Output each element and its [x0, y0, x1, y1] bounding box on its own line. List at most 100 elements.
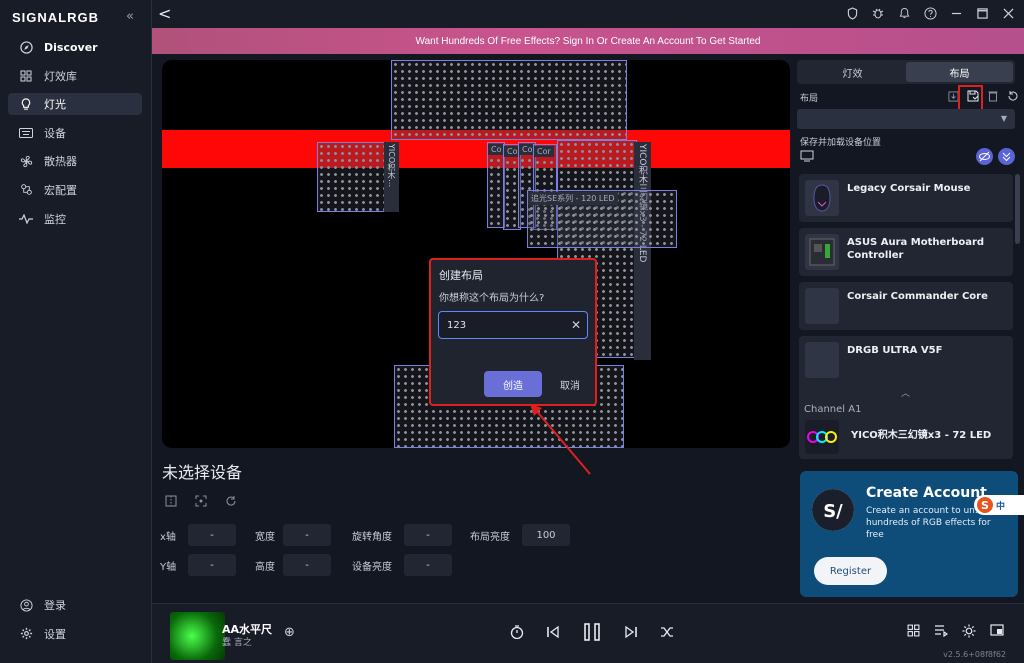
clear-input-icon[interactable]: ✕ — [571, 318, 581, 332]
device-label-yico-small: YICO积木… — [384, 142, 399, 212]
fan-device-top[interactable] — [391, 60, 627, 140]
grid-view-icon[interactable] — [907, 624, 920, 638]
back-button[interactable]: < — [158, 4, 171, 23]
reset-icon[interactable] — [1006, 89, 1020, 103]
queue-icon[interactable] — [934, 624, 948, 638]
y-axis-label: Y轴 — [160, 561, 177, 573]
device-brightness-field[interactable]: - — [404, 554, 452, 576]
layout-select[interactable]: ▼ — [797, 109, 1015, 129]
shuffle-icon[interactable] — [660, 625, 674, 639]
ime-text: 中 — [996, 501, 1006, 512]
mouse-thumbnail — [805, 180, 839, 216]
create-button[interactable]: 创造 — [484, 371, 542, 397]
bug-icon[interactable] — [870, 5, 886, 21]
next-icon[interactable] — [624, 625, 638, 639]
player-bar: AA水平尺 蠢 言之 ⊕ v2.5.6+08f8f62 — [152, 603, 1024, 663]
save-load-positions-label: 保存并加载设备位置 — [800, 138, 882, 148]
sidebar-item-settings[interactable]: 设置 — [8, 623, 142, 645]
channel-device-name: YICO积木三幻镜x3 - 72 LED — [851, 430, 992, 441]
svg-text:S/: S/ — [823, 501, 843, 522]
list-item[interactable]: Corsair Commander Core — [799, 282, 1013, 330]
promo-title: Create Account — [866, 485, 987, 501]
sidebar-item-label: Discover — [44, 40, 98, 54]
fit-icon[interactable] — [195, 495, 207, 507]
list-item[interactable]: Legacy Corsair Mouse — [799, 174, 1013, 222]
keyboard-icon — [18, 125, 34, 141]
device-label-strip: 追光SE系列 - 120 LED — [528, 192, 618, 205]
sidebar-item-monitoring[interactable]: 监控 — [8, 208, 142, 230]
rotation-field[interactable]: - — [404, 524, 452, 546]
device-brightness-label: 设备亮度 — [352, 561, 392, 573]
hide-icon[interactable] — [976, 148, 993, 165]
player-right-controls — [907, 624, 1004, 638]
collapse-sidebar-icon[interactable]: « — [126, 9, 134, 24]
right-panel-tabs: 灯效 布局 — [797, 60, 1015, 84]
sidebar-item-macros[interactable]: 宏配置 — [8, 179, 142, 201]
layout-label: 布局 — [800, 94, 819, 104]
delete-icon[interactable] — [986, 89, 1000, 103]
compass-icon — [18, 39, 34, 55]
commander-thumbnail — [805, 288, 839, 324]
close-icon[interactable] — [1000, 5, 1016, 21]
cancel-button[interactable]: 取消 — [555, 371, 585, 397]
width-field[interactable]: - — [283, 524, 331, 546]
layout-brightness-field[interactable]: 100 — [522, 524, 570, 546]
pulse-icon — [18, 211, 34, 227]
mirror-icon[interactable] — [165, 495, 177, 507]
chevron-up-icon[interactable]: ︿ — [901, 386, 910, 399]
sidebar-item-label: 监控 — [44, 212, 66, 226]
app-logo: SIGNALRGB — [12, 10, 99, 25]
previous-icon[interactable] — [546, 625, 560, 639]
tab-effects[interactable]: 灯效 — [799, 62, 906, 82]
y-axis-field[interactable]: - — [188, 554, 236, 576]
channel-label: Channel A1 — [804, 404, 862, 415]
x-axis-label: x轴 — [160, 531, 176, 543]
bell-icon[interactable] — [896, 5, 912, 21]
fan-icon — [18, 153, 34, 169]
user-icon — [18, 597, 34, 613]
dialog-question: 你想称这个布局为什么? — [439, 293, 545, 304]
device-name: Corsair Commander Core — [847, 291, 988, 302]
grid-icon — [18, 68, 34, 84]
layout-name-input[interactable]: 123 ✕ — [438, 311, 588, 339]
bulb-icon — [18, 96, 34, 112]
fan-device-left[interactable] — [317, 142, 387, 212]
add-icon[interactable]: ⊕ — [284, 625, 295, 640]
macro-icon — [18, 182, 34, 198]
sidebar-item-label: 宏配置 — [44, 183, 77, 197]
sidebar-item-devices[interactable]: 设备 — [8, 122, 142, 144]
create-account-card: S/ Create Account Create an account to u… — [800, 471, 1018, 597]
device-label-cor: Cor — [534, 146, 554, 157]
maximize-icon[interactable] — [974, 5, 990, 21]
sidebar-item-cooling[interactable]: 散热器 — [8, 150, 142, 172]
rotation-label: 旋转角度 — [352, 531, 392, 543]
miniplayer-icon[interactable] — [990, 624, 1004, 638]
sidebar-item-effects-library[interactable]: 灯效库 — [8, 65, 142, 87]
brightness-icon[interactable] — [962, 624, 976, 638]
device-list-scrollbar[interactable] — [1015, 174, 1020, 244]
height-field[interactable]: - — [283, 554, 331, 576]
monitor-save-icon[interactable] — [800, 150, 814, 162]
register-button[interactable]: Register — [814, 557, 887, 585]
create-layout-dialog: 创建布局 你想称这个布局为什么? 123 ✕ 创造 取消 — [429, 258, 597, 406]
device-label-yico-big: YICO积木三幻镜x3 - 72 LED — [634, 142, 651, 360]
ime-indicator[interactable]: S中 — [974, 495, 1024, 515]
sidebar-item-lighting[interactable]: 灯光 — [8, 93, 142, 116]
list-item[interactable]: DRGB ULTRA V5F ︿ Channel A1 YICO积木三幻镜x3 … — [799, 336, 1013, 459]
sidebar-item-discover[interactable]: Discover — [8, 36, 142, 58]
gear-icon — [18, 626, 34, 642]
sidebar-nav: Discover 灯效库 灯光 设备 散热器 宏配置 监控 — [8, 36, 142, 236]
expand-icon[interactable] — [998, 148, 1015, 165]
help-icon[interactable] — [922, 5, 938, 21]
rotate-icon[interactable] — [225, 495, 237, 507]
x-axis-field[interactable]: - — [188, 524, 236, 546]
promo-banner[interactable]: Want Hundreds Of Free Effects? Sign In O… — [152, 28, 1024, 54]
list-item[interactable]: ASUS Aura Motherboard Controller — [799, 228, 1013, 276]
timer-icon[interactable] — [510, 625, 524, 639]
shield-icon[interactable] — [844, 5, 860, 21]
tab-layout[interactable]: 布局 — [906, 62, 1013, 82]
sidebar-item-login[interactable]: 登录 — [8, 594, 142, 616]
width-label: 宽度 — [255, 531, 275, 543]
minimize-icon[interactable] — [948, 5, 964, 21]
pause-icon[interactable] — [582, 622, 602, 642]
